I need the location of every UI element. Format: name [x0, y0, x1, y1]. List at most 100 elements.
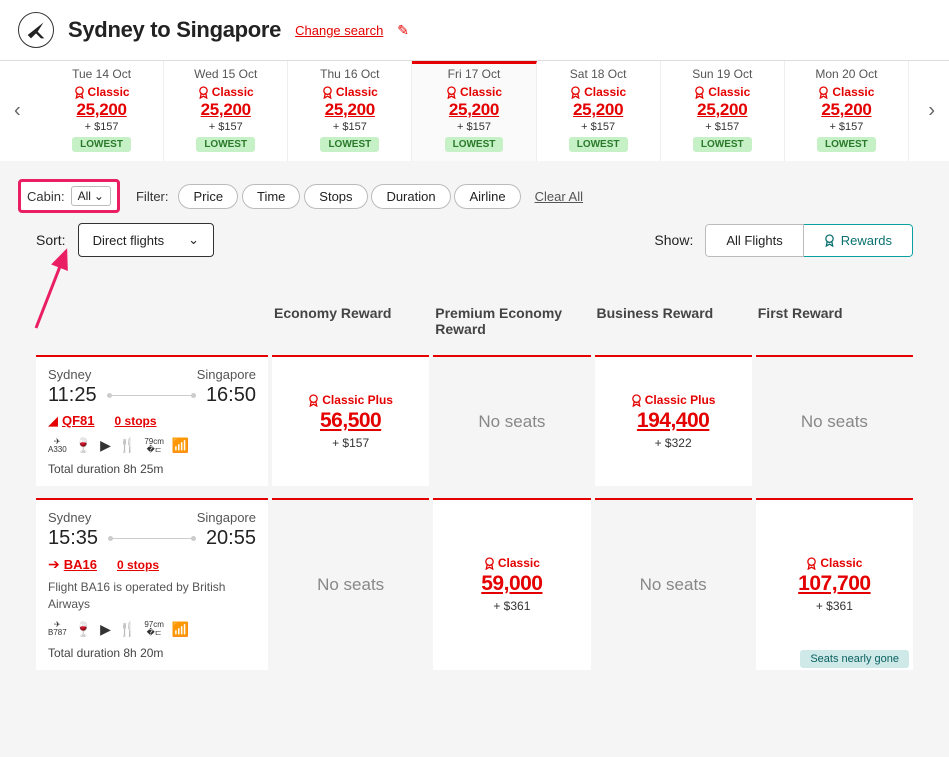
wine-icon: 🍷 [75, 437, 92, 454]
fare-cash: + $157 [332, 436, 369, 450]
aircraft-icon: ✈B787 [48, 621, 67, 637]
stops-link[interactable]: 0 stops [115, 414, 157, 428]
seat-pitch-icon: 79cm�⊏ [144, 438, 164, 454]
date-cell[interactable]: Wed 15 Oct Classic 25,200 + $157 LOWEST [164, 61, 288, 161]
sort-select[interactable]: Direct flights ⌄ [78, 223, 214, 257]
filter-chip-price[interactable]: Price [178, 184, 238, 209]
view-toggle: All Flights Rewards [705, 224, 913, 257]
fare-cell-premium: No seats [433, 355, 590, 486]
show-rewards-button[interactable]: Rewards [804, 224, 913, 257]
fare-cell-economy[interactable]: Classic Plus 56,500 + $157 [272, 355, 429, 486]
aircraft-icon: ✈A330 [48, 438, 67, 454]
date-cell[interactable]: Sun 19 Oct Classic 25,200 + $157 LOWEST [661, 61, 785, 161]
cabin-selector-highlight: Cabin: All ⌄ [18, 179, 120, 213]
fare-cash: + $361 [493, 599, 530, 613]
destination: Singapore [197, 510, 256, 525]
qantas-tail-icon: ◢ [48, 413, 58, 428]
cash-amount: + $157 [44, 121, 159, 133]
fare-cell-business[interactable]: Classic Plus 194,400 + $322 [595, 355, 752, 486]
show-all-flights-button[interactable]: All Flights [705, 224, 803, 257]
flight-info: SydneySingapore 15:3520:55 ➔BA160 stops … [36, 498, 268, 670]
lowest-badge: LOWEST [569, 137, 628, 152]
cash-amount: + $157 [292, 121, 407, 133]
filter-chip-stops[interactable]: Stops [304, 184, 367, 209]
stops-link[interactable]: 0 stops [117, 558, 159, 572]
filter-bar: Cabin: All ⌄ Filter: Price Time Stops Du… [18, 179, 931, 213]
destination: Singapore [197, 367, 256, 382]
operated-by-note: Flight BA16 is operated by British Airwa… [48, 579, 256, 613]
duration: Total duration 8h 25m [48, 462, 256, 476]
fare-tier-label: Classic Plus [308, 393, 393, 407]
sort-label: Sort: [36, 232, 66, 248]
prev-dates-button[interactable]: ‹ [6, 92, 29, 131]
dep-time: 15:35 [48, 527, 98, 550]
fare-points: 59,000 [481, 572, 542, 596]
filter-chip-duration[interactable]: Duration [371, 184, 450, 209]
flight-number-link[interactable]: BA16 [64, 557, 97, 572]
col-first: First Reward [752, 305, 913, 347]
ba-arrow-icon: ➔ [48, 556, 60, 572]
cash-amount: + $157 [168, 121, 283, 133]
fare-points: 56,500 [320, 409, 381, 433]
fare-cell-first[interactable]: Classic 107,700 + $361 Seats nearly gone [756, 498, 913, 670]
filter-chip-airline[interactable]: Airline [454, 184, 520, 209]
filter-label: Filter: [136, 189, 169, 204]
arr-time: 20:55 [206, 527, 256, 550]
cabin-select[interactable]: All ⌄ [71, 186, 111, 206]
fare-tier: Classic [789, 85, 904, 99]
col-economy: Economy Reward [268, 305, 429, 347]
fare-points: 107,700 [798, 572, 870, 596]
chevron-down-icon: ⌄ [94, 189, 104, 203]
fare-cash: + $322 [655, 436, 692, 450]
points-amount: 25,200 [665, 100, 780, 120]
date-label: Thu 16 Oct [292, 67, 407, 81]
date-cell[interactable]: Sat 18 Oct Classic 25,200 + $157 LOWEST [537, 61, 661, 161]
amenity-icons: ✈B787 🍷 ▶ 🍴 97cm�⊏ 📶 [48, 621, 256, 638]
route-line [107, 395, 196, 396]
date-cell[interactable]: Tue 14 Oct Classic 25,200 + $157 LOWEST [40, 61, 164, 161]
fare-tier: Classic [168, 85, 283, 99]
clear-all-filters[interactable]: Clear All [535, 189, 583, 204]
fare-cash: + $361 [816, 599, 853, 613]
search-header: Sydney to Singapore Change search ✎ [0, 0, 949, 60]
origin: Sydney [48, 367, 91, 382]
cash-amount: + $157 [541, 121, 656, 133]
lowest-badge: LOWEST [693, 137, 752, 152]
date-label: Tue 14 Oct [44, 67, 159, 81]
arr-time: 16:50 [206, 384, 256, 407]
origin: Sydney [48, 510, 91, 525]
fare-tier: Classic [292, 85, 407, 99]
lowest-badge: LOWEST [817, 137, 876, 152]
fare-cell-economy: No seats [272, 498, 429, 670]
change-search-link[interactable]: Change search [295, 23, 383, 38]
date-cell[interactable]: Fri 17 Oct Classic 25,200 + $157 LOWEST [412, 61, 536, 161]
date-label: Sun 19 Oct [665, 67, 780, 81]
route-line [108, 538, 196, 539]
fare-tier-label: Classic [484, 556, 540, 570]
show-label: Show: [654, 232, 693, 248]
fare-tier: Classic [416, 85, 531, 99]
next-dates-button[interactable]: › [920, 92, 943, 131]
lowest-badge: LOWEST [445, 137, 504, 152]
date-cell[interactable]: Thu 16 Oct Classic 25,200 + $157 LOWEST [288, 61, 412, 161]
col-premium: Premium Economy Reward [429, 305, 590, 347]
wifi-icon: 📶 [172, 437, 189, 454]
fare-points: 194,400 [637, 409, 709, 433]
fare-cell-first: No seats [756, 355, 913, 486]
seat-pitch-icon: 97cm�⊏ [144, 621, 164, 637]
edit-icon[interactable]: ✎ [397, 22, 409, 39]
fare-cell-premium[interactable]: Classic 59,000 + $361 [433, 498, 590, 670]
date-cell[interactable]: Mon 20 Oct Classic 25,200 + $157 LOWEST [785, 61, 909, 161]
sort-value: Direct flights [93, 233, 165, 248]
date-label: Sat 18 Oct [541, 67, 656, 81]
dep-time: 11:25 [48, 384, 97, 407]
date-label: Wed 15 Oct [168, 67, 283, 81]
date-carousel: ‹ Tue 14 Oct Classic 25,200 + $157 LOWES… [0, 60, 949, 161]
points-amount: 25,200 [416, 100, 531, 120]
filter-chip-time[interactable]: Time [242, 184, 300, 209]
col-business: Business Reward [591, 305, 752, 347]
flight-row: SydneySingapore 15:3520:55 ➔BA160 stops … [36, 498, 913, 670]
amenity-icons: ✈A330 🍷 ▶ 🍴 79cm�⊏ 📶 [48, 437, 256, 454]
points-amount: 25,200 [44, 100, 159, 120]
flight-number-link[interactable]: QF81 [62, 413, 95, 428]
